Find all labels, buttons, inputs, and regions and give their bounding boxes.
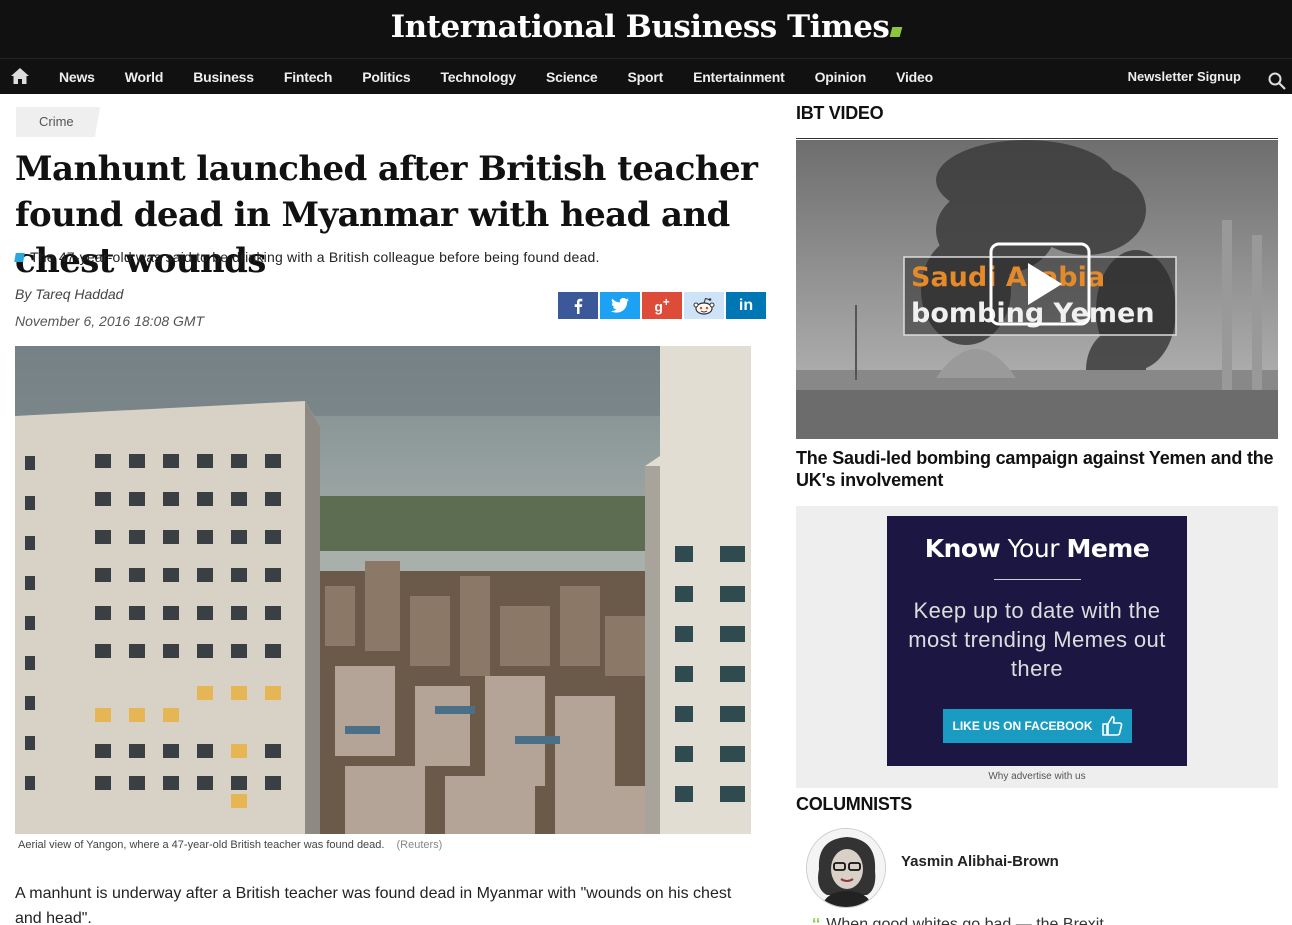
- main-nav: News World Business Fintech Politics Tec…: [0, 58, 1292, 94]
- linkedin-icon: in: [738, 296, 754, 314]
- article-standfirst: The 47-year-old was said to be drinking …: [14, 249, 600, 265]
- video-headline[interactable]: The Saudi-led bombing campaign against Y…: [796, 447, 1278, 491]
- reddit-share-button[interactable]: [684, 292, 724, 319]
- columnist-portrait: [807, 829, 885, 907]
- columnist-quote-text: When good whites go bad — the Brexit ...: [826, 916, 1122, 925]
- video-thumbnail: Saudi Arabia bombing Yemen: [796, 140, 1278, 439]
- linkedin-share-button[interactable]: in: [726, 292, 766, 319]
- like-on-facebook-button[interactable]: LIKE US ON FACEBOOK: [943, 709, 1132, 743]
- caption-credit: (Reuters): [396, 839, 443, 851]
- nav-item-news[interactable]: News: [44, 69, 110, 85]
- site-logo[interactable]: International Business Times: [0, 9, 1292, 45]
- google-plus-icon: g+: [654, 296, 670, 315]
- ad-title-your: Your: [1007, 534, 1060, 563]
- nav-item-business[interactable]: Business: [178, 69, 269, 85]
- ad-divider: [994, 579, 1081, 580]
- columnist-avatar[interactable]: [806, 828, 886, 908]
- nav-item-video[interactable]: Video: [881, 69, 948, 85]
- search-icon[interactable]: [1268, 72, 1286, 90]
- ad-title-meme: Meme: [1066, 534, 1150, 563]
- nav-item-fintech[interactable]: Fintech: [269, 69, 347, 85]
- home-icon[interactable]: [10, 67, 30, 85]
- ad-title: Know Your Meme: [887, 534, 1187, 563]
- sidebar-rule: [796, 138, 1278, 139]
- article-body-first-paragraph: A manhunt is underway after a British te…: [15, 885, 732, 925]
- article-photo[interactable]: [15, 346, 751, 834]
- nav-item-sport[interactable]: Sport: [613, 69, 679, 85]
- nav-item-opinion[interactable]: Opinion: [800, 69, 881, 85]
- nav-item-entertainment[interactable]: Entertainment: [678, 69, 800, 85]
- masthead: International Business Times: [0, 0, 1292, 58]
- advert-container: Know Your Meme Keep up to date with the …: [796, 506, 1278, 788]
- quote-icon: ‘‘: [812, 916, 821, 925]
- columnist-name[interactable]: Yasmin Alibhai-Brown: [901, 853, 1059, 870]
- video-overlay-line1: Saudi Arabia: [911, 262, 1105, 293]
- newsletter-signup-link[interactable]: Newsletter Signup: [1128, 69, 1241, 84]
- photo-caption: Aerial view of Yangon, where a 47-year-o…: [18, 839, 442, 851]
- columnist-quote[interactable]: ‘‘ When good whites go bad — the Brexit .…: [812, 916, 1122, 925]
- facebook-icon: [574, 298, 583, 314]
- know-your-meme-ad[interactable]: Know Your Meme Keep up to date with the …: [887, 516, 1187, 766]
- ad-text: Keep up to date with the most trending M…: [908, 598, 1166, 681]
- facebook-share-button[interactable]: [558, 292, 598, 319]
- standfirst-text: The 47-year-old was said to be drinking …: [30, 249, 600, 265]
- ad-button-label: LIKE US ON FACEBOOK: [952, 719, 1093, 733]
- article-date: November 6, 2016 18:08 GMT: [15, 313, 205, 329]
- nav-item-technology[interactable]: Technology: [425, 69, 531, 85]
- thumbs-up-icon: [1101, 716, 1122, 736]
- category-tag[interactable]: Crime: [16, 107, 100, 137]
- ibt-video-title: IBT VIDEO: [796, 103, 884, 123]
- article-byline[interactable]: By Tareq Haddad: [15, 286, 123, 302]
- site-logo-text[interactable]: International Business Times: [391, 9, 890, 45]
- nav-item-science[interactable]: Science: [531, 69, 613, 85]
- ad-title-know: Know: [924, 534, 1001, 563]
- columnists-title: COLUMNISTS: [796, 794, 912, 814]
- why-advertise-link[interactable]: Why advertise with us: [796, 771, 1278, 782]
- nav-item-politics[interactable]: Politics: [347, 69, 425, 85]
- twitter-share-button[interactable]: [600, 292, 640, 319]
- nav-items: News World Business Fintech Politics Tec…: [44, 59, 948, 95]
- logo-dot: [890, 27, 903, 37]
- caption-text: Aerial view of Yangon, where a 47-year-o…: [18, 839, 385, 851]
- nav-item-world[interactable]: World: [110, 69, 178, 85]
- reddit-icon: [693, 297, 715, 315]
- yangon-aerial-image: [15, 346, 751, 834]
- columnist-card[interactable]: Yasmin Alibhai-Brown ‘‘ When good whites …: [796, 824, 1278, 925]
- google-plus-share-button[interactable]: g+: [642, 292, 682, 319]
- twitter-icon: [611, 298, 629, 313]
- standfirst-bullet: [14, 253, 25, 262]
- video-player[interactable]: Saudi Arabia bombing Yemen: [796, 140, 1278, 439]
- share-bar: g+ in: [558, 292, 766, 319]
